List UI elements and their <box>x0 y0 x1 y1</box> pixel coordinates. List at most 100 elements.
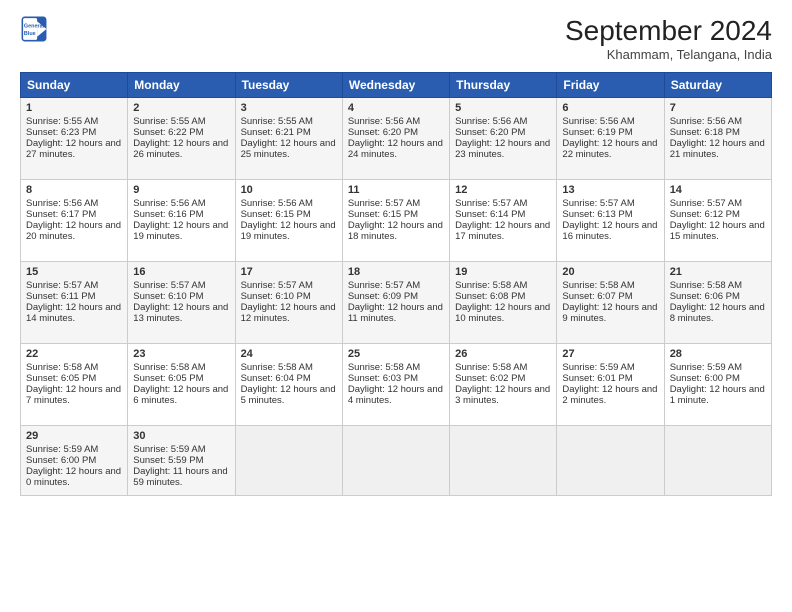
calendar-cell: 26 Sunrise: 5:58 AMSunset: 6:02 PMDayligh… <box>450 344 557 426</box>
day-number: 3 <box>241 102 337 114</box>
sunrise-text: Sunrise: 5:58 AM <box>241 362 337 373</box>
sunrise-text: Sunrise: 5:57 AM <box>670 198 766 209</box>
calendar-cell: 20Sunrise: 5:58 AMSunset: 6:07 PMDayligh… <box>557 262 664 344</box>
calendar-cell: 23Sunrise: 5:58 AMSunset: 6:05 PMDayligh… <box>128 344 235 426</box>
day-number: 23 <box>133 348 229 360</box>
header: General Blue September 2024 Khammam, Tel… <box>20 15 772 62</box>
calendar-cell: 15Sunrise: 5:57 AMSunset: 6:11 PMDayligh… <box>21 262 128 344</box>
day-number: 16 <box>133 266 229 278</box>
daylight-text: Daylight: 12 hours and 15 minutes. <box>670 220 766 242</box>
sunset-text: Sunset: 6:09 PM <box>348 291 444 302</box>
sunset-text: Sunset: 6:01 PM <box>562 373 658 384</box>
calendar-cell: 13Sunrise: 5:57 AMSunset: 6:13 PMDayligh… <box>557 180 664 262</box>
sunset-text: Sunset: 6:16 PM <box>133 209 229 220</box>
day-number: 29 <box>26 430 122 442</box>
calendar: SundayMondayTuesdayWednesdayThursdayFrid… <box>20 72 772 496</box>
sunset-text: Sunset: 6:04 PM <box>241 373 337 384</box>
day-number: 20 <box>562 266 658 278</box>
day-number: 26 <box>455 348 551 360</box>
sunset-text: Sunset: 6:11 PM <box>26 291 122 302</box>
sunset-text: Sunset: 5:59 PM <box>133 455 229 466</box>
svg-text:Blue: Blue <box>24 31 36 37</box>
day-number: 6 <box>562 102 658 114</box>
calendar-cell: 3Sunrise: 5:55 AMSunset: 6:21 PMDaylight… <box>235 98 342 180</box>
calendar-cell: 14Sunrise: 5:57 AMSunset: 6:12 PMDayligh… <box>664 180 771 262</box>
daylight-text: Daylight: 12 hours and 21 minutes. <box>670 138 766 160</box>
calendar-cell: 2Sunrise: 5:55 AMSunset: 6:22 PMDaylight… <box>128 98 235 180</box>
daylight-text: Daylight: 12 hours and 16 minutes. <box>562 220 658 242</box>
calendar-cell <box>557 426 664 496</box>
sunset-text: Sunset: 6:07 PM <box>562 291 658 302</box>
sunrise-text: Sunrise: 5:59 AM <box>26 444 122 455</box>
sunset-text: Sunset: 6:00 PM <box>670 373 766 384</box>
sunrise-text: Sunrise: 5:56 AM <box>133 198 229 209</box>
sunrise-text: Sunrise: 5:59 AM <box>562 362 658 373</box>
sunset-text: Sunset: 6:02 PM <box>455 373 551 384</box>
day-number: 5 <box>455 102 551 114</box>
day-number: 18 <box>348 266 444 278</box>
daylight-text: Daylight: 12 hours and 7 minutes. <box>26 384 122 406</box>
calendar-header-friday: Friday <box>557 73 664 98</box>
calendar-cell: 16Sunrise: 5:57 AMSunset: 6:10 PMDayligh… <box>128 262 235 344</box>
sunrise-text: Sunrise: 5:56 AM <box>670 116 766 127</box>
day-number: 24 <box>241 348 337 360</box>
sunset-text: Sunset: 6:20 PM <box>348 127 444 138</box>
calendar-header-row: SundayMondayTuesdayWednesdayThursdayFrid… <box>21 73 772 98</box>
day-number: 21 <box>670 266 766 278</box>
sunrise-text: Sunrise: 5:57 AM <box>348 198 444 209</box>
title-block: September 2024 Khammam, Telangana, India <box>565 15 772 62</box>
day-number: 8 <box>26 184 122 196</box>
sunset-text: Sunset: 6:14 PM <box>455 209 551 220</box>
daylight-text: Daylight: 12 hours and 1 minute. <box>670 384 766 406</box>
daylight-text: Daylight: 12 hours and 11 minutes. <box>348 302 444 324</box>
calendar-cell: 17Sunrise: 5:57 AMSunset: 6:10 PMDayligh… <box>235 262 342 344</box>
calendar-cell: 11Sunrise: 5:57 AMSunset: 6:15 PMDayligh… <box>342 180 449 262</box>
daylight-text: Daylight: 12 hours and 3 minutes. <box>455 384 551 406</box>
calendar-header-sunday: Sunday <box>21 73 128 98</box>
daylight-text: Daylight: 12 hours and 20 minutes. <box>26 220 122 242</box>
calendar-header-tuesday: Tuesday <box>235 73 342 98</box>
daylight-text: Daylight: 12 hours and 27 minutes. <box>26 138 122 160</box>
calendar-cell: 10Sunrise: 5:56 AMSunset: 6:15 PMDayligh… <box>235 180 342 262</box>
calendar-cell: 5Sunrise: 5:56 AMSunset: 6:20 PMDaylight… <box>450 98 557 180</box>
calendar-cell: 19Sunrise: 5:58 AMSunset: 6:08 PMDayligh… <box>450 262 557 344</box>
sunrise-text: Sunrise: 5:58 AM <box>455 362 551 373</box>
calendar-cell: 27Sunrise: 5:59 AMSunset: 6:01 PMDayligh… <box>557 344 664 426</box>
sunrise-text: Sunrise: 5:59 AM <box>670 362 766 373</box>
sunrise-text: Sunrise: 5:55 AM <box>133 116 229 127</box>
calendar-header-wednesday: Wednesday <box>342 73 449 98</box>
sunset-text: Sunset: 6:06 PM <box>670 291 766 302</box>
sunrise-text: Sunrise: 5:58 AM <box>562 280 658 291</box>
daylight-text: Daylight: 12 hours and 19 minutes. <box>241 220 337 242</box>
sunrise-text: Sunrise: 5:58 AM <box>26 362 122 373</box>
calendar-cell <box>235 426 342 496</box>
sunset-text: Sunset: 6:17 PM <box>26 209 122 220</box>
day-number: 1 <box>26 102 122 114</box>
sunrise-text: Sunrise: 5:58 AM <box>348 362 444 373</box>
calendar-cell <box>342 426 449 496</box>
month-year: September 2024 <box>565 15 772 47</box>
daylight-text: Daylight: 12 hours and 25 minutes. <box>241 138 337 160</box>
day-number: 19 <box>455 266 551 278</box>
sunrise-text: Sunrise: 5:57 AM <box>562 198 658 209</box>
daylight-text: Daylight: 12 hours and 5 minutes. <box>241 384 337 406</box>
logo: General Blue <box>20 15 48 43</box>
calendar-cell <box>664 426 771 496</box>
daylight-text: Daylight: 12 hours and 17 minutes. <box>455 220 551 242</box>
sunset-text: Sunset: 6:10 PM <box>241 291 337 302</box>
day-number: 30 <box>133 430 229 442</box>
calendar-cell: 18Sunrise: 5:57 AMSunset: 6:09 PMDayligh… <box>342 262 449 344</box>
daylight-text: Daylight: 12 hours and 18 minutes. <box>348 220 444 242</box>
daylight-text: Daylight: 12 hours and 8 minutes. <box>670 302 766 324</box>
daylight-text: Daylight: 12 hours and 24 minutes. <box>348 138 444 160</box>
sunset-text: Sunset: 6:18 PM <box>670 127 766 138</box>
sunset-text: Sunset: 6:19 PM <box>562 127 658 138</box>
day-number: 17 <box>241 266 337 278</box>
daylight-text: Daylight: 12 hours and 12 minutes. <box>241 302 337 324</box>
day-number: 22 <box>26 348 122 360</box>
sunrise-text: Sunrise: 5:58 AM <box>133 362 229 373</box>
daylight-text: Daylight: 12 hours and 4 minutes. <box>348 384 444 406</box>
sunset-text: Sunset: 6:05 PM <box>133 373 229 384</box>
calendar-cell: 29Sunrise: 5:59 AMSunset: 6:00 PMDayligh… <box>21 426 128 496</box>
calendar-header-monday: Monday <box>128 73 235 98</box>
